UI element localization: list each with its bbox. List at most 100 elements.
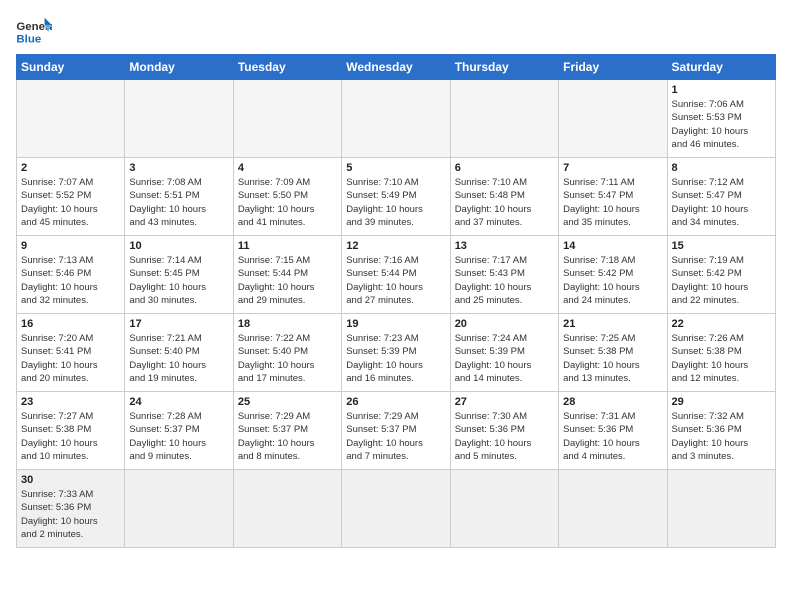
calendar-cell xyxy=(17,80,125,158)
calendar-cell: 12Sunrise: 7:16 AM Sunset: 5:44 PM Dayli… xyxy=(342,236,450,314)
day-info: Sunrise: 7:25 AM Sunset: 5:38 PM Dayligh… xyxy=(563,332,662,385)
day-info: Sunrise: 7:32 AM Sunset: 5:36 PM Dayligh… xyxy=(672,410,771,463)
svg-text:Blue: Blue xyxy=(16,33,41,45)
day-number: 15 xyxy=(672,240,771,252)
calendar-cell: 15 Sunrise: 7:19 AM Sunset: 5:42 PM Dayli… xyxy=(667,236,775,314)
weekday-header-friday: Friday xyxy=(559,55,667,80)
day-number: 18 xyxy=(238,318,337,330)
calendar-week-2: 2Sunrise: 7:07 AM Sunset: 5:52 PM Daylig… xyxy=(17,158,776,236)
day-info: Sunrise: 7:31 AM Sunset: 5:36 PM Dayligh… xyxy=(563,410,662,463)
day-number: 14 xyxy=(563,240,662,252)
day-info: Sunrise: 7:10 AM Sunset: 5:49 PM Dayligh… xyxy=(346,176,445,229)
calendar-cell: 13 Sunrise: 7:17 AM Sunset: 5:43 PM Dayli… xyxy=(450,236,558,314)
day-info: Sunrise: 7:30 AM Sunset: 5:36 PM Dayligh… xyxy=(455,410,554,463)
day-info: Sunrise: 7:21 AM Sunset: 5:40 PM Dayligh… xyxy=(129,332,228,385)
calendar-cell: 27 Sunrise: 7:30 AM Sunset: 5:36 PM Dayli… xyxy=(450,392,558,470)
calendar-cell: 28 Sunrise: 7:31 AM Sunset: 5:36 PM Dayli… xyxy=(559,392,667,470)
day-number: 4 xyxy=(238,162,337,174)
calendar-cell: 21 Sunrise: 7:25 AM Sunset: 5:38 PM Dayli… xyxy=(559,314,667,392)
calendar-cell: 16 Sunrise: 7:20 AM Sunset: 5:41 PM Dayli… xyxy=(17,314,125,392)
weekday-header-row: SundayMondayTuesdayWednesdayThursdayFrid… xyxy=(17,55,776,80)
calendar-cell: 14 Sunrise: 7:18 AM Sunset: 5:42 PM Dayli… xyxy=(559,236,667,314)
calendar-cell xyxy=(233,470,341,548)
day-number: 3 xyxy=(129,162,228,174)
calendar-cell: 7 Sunrise: 7:11 AM Sunset: 5:47 PM Daylig… xyxy=(559,158,667,236)
day-number: 29 xyxy=(672,396,771,408)
weekday-header-thursday: Thursday xyxy=(450,55,558,80)
generalblue-logo-icon: General Blue xyxy=(16,16,52,46)
day-number: 26 xyxy=(346,396,445,408)
day-info: Sunrise: 7:10 AM Sunset: 5:48 PM Dayligh… xyxy=(455,176,554,229)
calendar-week-3: 9Sunrise: 7:13 AM Sunset: 5:46 PM Daylig… xyxy=(17,236,776,314)
day-number: 19 xyxy=(346,318,445,330)
day-number: 10 xyxy=(129,240,228,252)
calendar-cell: 6 Sunrise: 7:10 AM Sunset: 5:48 PM Daylig… xyxy=(450,158,558,236)
day-info: Sunrise: 7:18 AM Sunset: 5:42 PM Dayligh… xyxy=(563,254,662,307)
calendar-cell: 3Sunrise: 7:08 AM Sunset: 5:51 PM Daylig… xyxy=(125,158,233,236)
day-number: 30 xyxy=(21,474,120,486)
day-info: Sunrise: 7:33 AM Sunset: 5:36 PM Dayligh… xyxy=(21,488,120,541)
calendar-cell xyxy=(450,470,558,548)
calendar-cell: 1Sunrise: 7:06 AM Sunset: 5:53 PM Daylig… xyxy=(667,80,775,158)
calendar-cell: 25Sunrise: 7:29 AM Sunset: 5:37 PM Dayli… xyxy=(233,392,341,470)
calendar-cell: 9Sunrise: 7:13 AM Sunset: 5:46 PM Daylig… xyxy=(17,236,125,314)
page-header: General Blue xyxy=(16,16,776,46)
day-number: 16 xyxy=(21,318,120,330)
day-info: Sunrise: 7:20 AM Sunset: 5:41 PM Dayligh… xyxy=(21,332,120,385)
calendar-cell: 11 Sunrise: 7:15 AM Sunset: 5:44 PM Dayli… xyxy=(233,236,341,314)
day-info: Sunrise: 7:24 AM Sunset: 5:39 PM Dayligh… xyxy=(455,332,554,385)
weekday-header-wednesday: Wednesday xyxy=(342,55,450,80)
day-info: Sunrise: 7:22 AM Sunset: 5:40 PM Dayligh… xyxy=(238,332,337,385)
calendar-table: SundayMondayTuesdayWednesdayThursdayFrid… xyxy=(16,54,776,548)
calendar-cell xyxy=(559,470,667,548)
day-number: 13 xyxy=(455,240,554,252)
calendar-cell: 29 Sunrise: 7:32 AM Sunset: 5:36 PM Dayli… xyxy=(667,392,775,470)
day-info: Sunrise: 7:29 AM Sunset: 5:37 PM Dayligh… xyxy=(346,410,445,463)
day-number: 7 xyxy=(563,162,662,174)
day-info: Sunrise: 7:09 AM Sunset: 5:50 PM Dayligh… xyxy=(238,176,337,229)
calendar-cell xyxy=(450,80,558,158)
calendar-cell xyxy=(125,470,233,548)
calendar-cell xyxy=(125,80,233,158)
calendar-cell: 4 Sunrise: 7:09 AM Sunset: 5:50 PM Daylig… xyxy=(233,158,341,236)
day-number: 9 xyxy=(21,240,120,252)
calendar-cell: 10Sunrise: 7:14 AM Sunset: 5:45 PM Dayli… xyxy=(125,236,233,314)
calendar-cell: 19 Sunrise: 7:23 AM Sunset: 5:39 PM Dayli… xyxy=(342,314,450,392)
day-number: 24 xyxy=(129,396,228,408)
day-number: 5 xyxy=(346,162,445,174)
day-info: Sunrise: 7:15 AM Sunset: 5:44 PM Dayligh… xyxy=(238,254,337,307)
day-number: 25 xyxy=(238,396,337,408)
day-number: 12 xyxy=(346,240,445,252)
day-number: 28 xyxy=(563,396,662,408)
calendar-week-4: 16 Sunrise: 7:20 AM Sunset: 5:41 PM Dayli… xyxy=(17,314,776,392)
day-number: 1 xyxy=(672,84,771,96)
calendar-cell: 8Sunrise: 7:12 AM Sunset: 5:47 PM Daylig… xyxy=(667,158,775,236)
day-info: Sunrise: 7:17 AM Sunset: 5:43 PM Dayligh… xyxy=(455,254,554,307)
day-info: Sunrise: 7:23 AM Sunset: 5:39 PM Dayligh… xyxy=(346,332,445,385)
day-number: 20 xyxy=(455,318,554,330)
day-number: 22 xyxy=(672,318,771,330)
day-info: Sunrise: 7:27 AM Sunset: 5:38 PM Dayligh… xyxy=(21,410,120,463)
day-number: 6 xyxy=(455,162,554,174)
weekday-header-sunday: Sunday xyxy=(17,55,125,80)
calendar-week-6: 30 Sunrise: 7:33 AM Sunset: 5:36 PM Dayli… xyxy=(17,470,776,548)
day-number: 21 xyxy=(563,318,662,330)
calendar-cell: 17Sunrise: 7:21 AM Sunset: 5:40 PM Dayli… xyxy=(125,314,233,392)
calendar-cell: 24Sunrise: 7:28 AM Sunset: 5:37 PM Dayli… xyxy=(125,392,233,470)
calendar-cell: 5 Sunrise: 7:10 AM Sunset: 5:49 PM Daylig… xyxy=(342,158,450,236)
calendar-cell: 26 Sunrise: 7:29 AM Sunset: 5:37 PM Dayli… xyxy=(342,392,450,470)
calendar-cell: 22Sunrise: 7:26 AM Sunset: 5:38 PM Dayli… xyxy=(667,314,775,392)
calendar-cell xyxy=(342,80,450,158)
calendar-cell: 23Sunrise: 7:27 AM Sunset: 5:38 PM Dayli… xyxy=(17,392,125,470)
day-info: Sunrise: 7:11 AM Sunset: 5:47 PM Dayligh… xyxy=(563,176,662,229)
calendar-week-1: 1Sunrise: 7:06 AM Sunset: 5:53 PM Daylig… xyxy=(17,80,776,158)
day-info: Sunrise: 7:19 AM Sunset: 5:42 PM Dayligh… xyxy=(672,254,771,307)
day-number: 11 xyxy=(238,240,337,252)
weekday-header-tuesday: Tuesday xyxy=(233,55,341,80)
day-info: Sunrise: 7:07 AM Sunset: 5:52 PM Dayligh… xyxy=(21,176,120,229)
calendar-cell xyxy=(342,470,450,548)
calendar-cell xyxy=(559,80,667,158)
calendar-week-5: 23Sunrise: 7:27 AM Sunset: 5:38 PM Dayli… xyxy=(17,392,776,470)
calendar-cell: 2Sunrise: 7:07 AM Sunset: 5:52 PM Daylig… xyxy=(17,158,125,236)
day-number: 27 xyxy=(455,396,554,408)
